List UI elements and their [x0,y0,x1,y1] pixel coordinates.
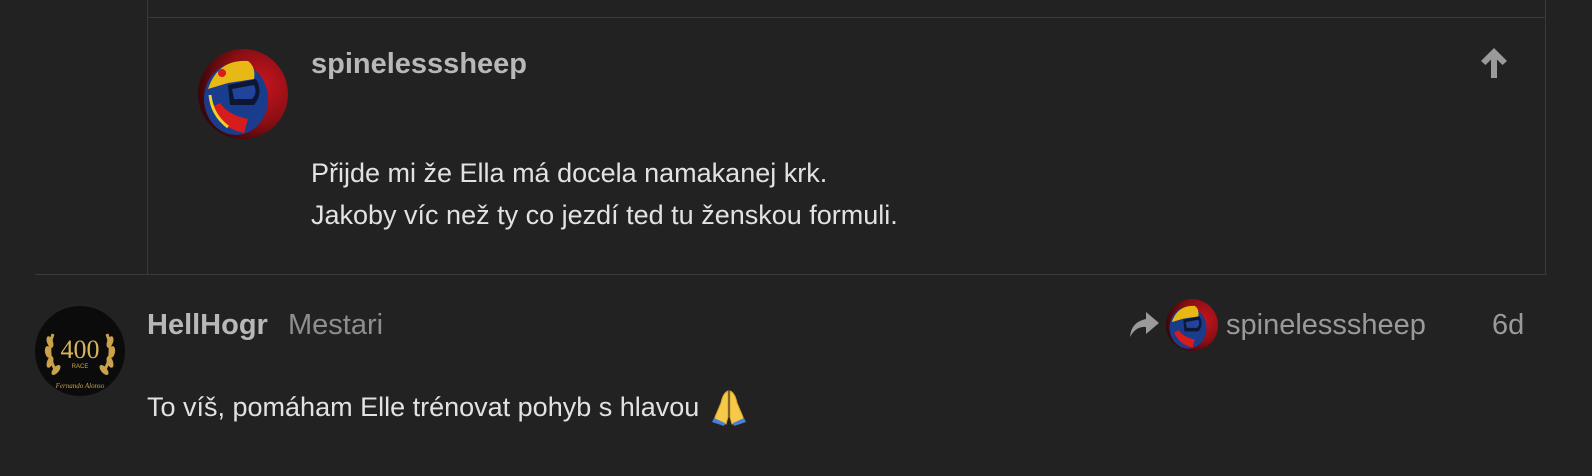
post-username[interactable]: HellHogr [147,305,268,345]
svg-text:RACE: RACE [72,364,89,370]
quoted-username[interactable]: spinelesssheep [311,44,527,84]
svg-text:400: 400 [61,335,100,364]
arrow-up-icon[interactable] [1478,46,1510,80]
post-divider [35,274,1547,275]
racing-helmet-avatar-icon [1166,299,1218,351]
post-body: To víš, pomáham Elle trénovat pohyb s hl… [147,386,749,428]
post-user-avatar[interactable]: 400 RACE Fernando Alonso [35,306,125,396]
quoted-post-body: Přijde mi že Ella má docela namakanej kr… [311,152,898,236]
reply-arrow-icon [1130,312,1159,337]
quoted-text-line: Přijde mi že Ella má docela namakanej kr… [311,158,828,188]
svg-text:Fernando Alonso: Fernando Alonso [55,382,105,390]
post-date[interactable]: 6d [1492,305,1524,345]
laurel-400-race-badge-icon: 400 RACE Fernando Alonso [35,306,125,396]
reply-to-tab[interactable]: spinelesssheep [1128,299,1426,351]
reply-to-username: spinelesssheep [1226,309,1426,341]
folded-hands-emoji-icon [712,390,747,426]
racing-helmet-avatar-icon [198,49,288,139]
topic-page: spinelesssheep Přijde mi že Ella má doce… [0,0,1592,476]
divider [148,17,1545,18]
quoted-text-line: Jakoby víc než ty co jezdí ted tu žensko… [311,200,898,230]
reply-to-avatar [1166,299,1218,351]
quoted-user-avatar[interactable] [198,49,288,139]
post-text: To víš, pomáham Elle trénovat pohyb s hl… [147,392,700,422]
user-title: Mestari [288,309,384,341]
